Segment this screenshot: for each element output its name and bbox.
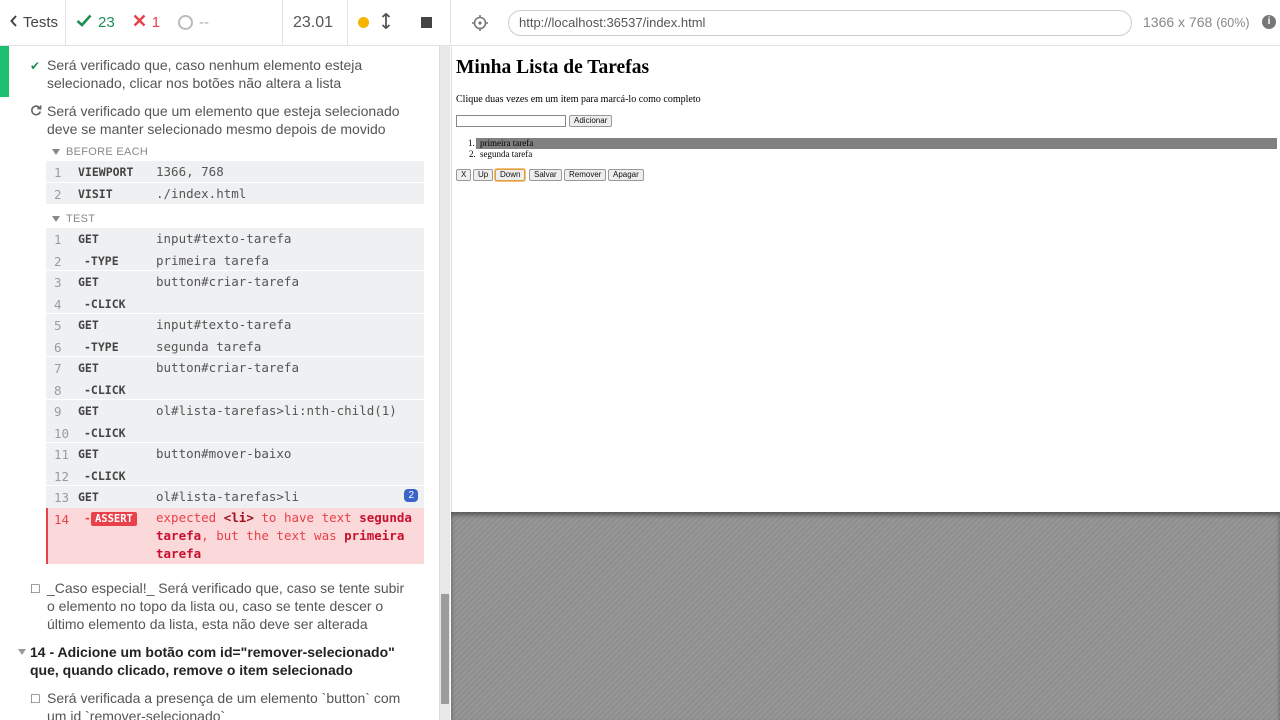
info-icon[interactable]: i	[1262, 15, 1276, 29]
test-hook-title[interactable]: TEST	[52, 213, 95, 225]
command-row[interactable]: 2 -TYPE primeira tarefa	[46, 249, 424, 271]
running-indicator-icon	[358, 17, 369, 28]
back-label: Tests	[23, 14, 59, 31]
auto-scroll-icon[interactable]	[381, 12, 391, 33]
pending-count[interactable]: --	[178, 14, 209, 31]
page-title: Minha Lista de Tarefas	[456, 57, 650, 78]
before-each-hook-title[interactable]: BEFORE EACH	[52, 146, 148, 158]
assert-label: - ASSERT	[84, 511, 137, 526]
failed-count[interactable]: 1	[133, 14, 160, 31]
command-row[interactable]: 12 -CLICK	[46, 464, 424, 486]
failed-assert-row[interactable]: 14 - ASSERT expected <li> to have text se…	[46, 507, 424, 564]
test-commands: 1 GET input#texto-tarefa 2 -TYPE primeir…	[46, 228, 424, 564]
command-row[interactable]: 13 GET ol#lista-tarefas>li 2	[46, 486, 424, 508]
save-button[interactable]: Salvar	[529, 169, 562, 181]
viewport-size: 1366 x 768 (60%)	[1143, 14, 1250, 30]
passed-indicator-bar	[0, 46, 9, 97]
command-row[interactable]: 4 -CLICK	[46, 292, 424, 314]
refresh-icon	[30, 103, 42, 121]
suite-title[interactable]: 14 - Adicione um botão com id="remover-s…	[18, 643, 418, 679]
aut-iframe: Minha Lista de Tarefas Clique duas vezes…	[451, 47, 1280, 512]
passed-count[interactable]: 23	[76, 14, 115, 31]
check-icon: ✔	[30, 59, 41, 73]
run-controls	[348, 0, 450, 45]
clear-button[interactable]: X	[456, 169, 472, 181]
before-each-commands: 1 VIEWPORT 1366, 768 2 VISIT ./index.htm…	[46, 161, 424, 204]
command-row[interactable]: 9 GET ol#lista-tarefas>li:nth-child(1)	[46, 400, 424, 422]
pending-circle-icon	[178, 15, 194, 30]
stop-icon[interactable]	[421, 17, 432, 28]
checkbox-empty-icon: ☐	[30, 582, 41, 596]
test-item-passed[interactable]: ✔ Será verificado que, caso nenhum eleme…	[30, 56, 410, 92]
command-log-scrollbar[interactable]	[439, 46, 450, 720]
command-row[interactable]: 2 VISIT ./index.html	[46, 182, 424, 204]
task-list: 1. primeira tarefa 2. segunda tarefa	[456, 138, 1277, 160]
command-row[interactable]: 7 GET button#criar-tarefa	[46, 357, 424, 379]
checkbox-empty-icon: ☐	[30, 692, 41, 706]
add-task-button[interactable]: Adicionar	[569, 115, 613, 127]
selector-playground-icon[interactable]	[471, 14, 489, 32]
duration: 23.01	[282, 0, 348, 45]
move-up-button[interactable]: Up	[473, 169, 494, 181]
command-row[interactable]: 8 -CLICK	[46, 378, 424, 400]
caret-down-icon	[52, 149, 60, 155]
caret-down-icon	[52, 216, 60, 222]
aut-empty-area	[451, 512, 1280, 720]
command-row[interactable]: 3 GET button#criar-tarefa	[46, 271, 424, 293]
element-count-badge: 2	[404, 489, 418, 502]
task-input[interactable]	[456, 115, 566, 127]
command-row[interactable]: 11 GET button#mover-baixo	[46, 443, 424, 465]
command-row[interactable]: 10 -CLICK	[46, 421, 424, 443]
task-item-selected[interactable]: 1. primeira tarefa	[468, 138, 1277, 149]
command-row[interactable]: 1 GET input#texto-tarefa	[46, 228, 424, 250]
chevron-left-icon	[10, 14, 18, 31]
scrollbar-thumb[interactable]	[441, 594, 449, 704]
aut-header: http://localhost:36537/index.html 1366 x…	[450, 0, 1280, 46]
test-item-running[interactable]: Será verificado que um elemento que este…	[30, 102, 410, 138]
erase-all-button[interactable]: Apagar	[608, 169, 644, 181]
stats: 23 1 --	[66, 0, 283, 45]
x-icon	[133, 14, 146, 31]
task-item[interactable]: 2. segunda tarefa	[456, 149, 1277, 160]
command-row[interactable]: 1 VIEWPORT 1366, 768	[46, 161, 424, 183]
assert-error-message: expected <li> to have text segunda taref…	[156, 509, 412, 561]
test-item-pending[interactable]: ☐ _Caso especial!_ Será verificado que, …	[30, 579, 410, 633]
caret-down-icon	[18, 649, 26, 655]
url-bar[interactable]: http://localhost:36537/index.html	[508, 10, 1132, 36]
command-row[interactable]: 6 -TYPE segunda tarefa	[46, 335, 424, 357]
back-to-tests-button[interactable]: Tests	[0, 0, 66, 45]
test-item-next[interactable]: ☐ Será verificada a presença de um eleme…	[30, 689, 410, 720]
move-down-button[interactable]: Down	[495, 169, 526, 181]
instructions: Clique duas vezes em um item para marcá-…	[456, 94, 701, 105]
reporter-header: Tests 23 1 -- 23.01	[0, 0, 450, 46]
remove-button[interactable]: Remover	[564, 169, 607, 181]
check-icon	[76, 14, 92, 31]
command-row[interactable]: 5 GET input#texto-tarefa	[46, 314, 424, 336]
